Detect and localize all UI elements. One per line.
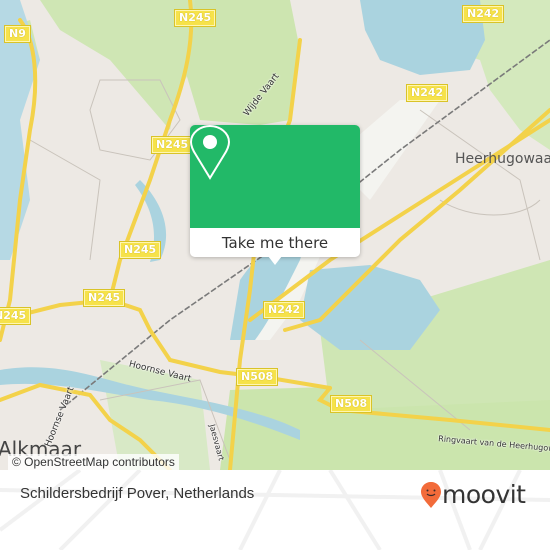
road-label-n245: N245	[150, 136, 194, 154]
road-label-n242: N242	[461, 5, 505, 23]
popup-header	[190, 125, 360, 228]
map-attribution[interactable]: © OpenStreetMap contributors	[8, 454, 179, 470]
road-label-n245: N245	[82, 289, 126, 307]
moovit-logo[interactable]: moovit	[420, 480, 526, 510]
road-label-n245: N245	[118, 241, 162, 259]
road-label-n508: N508	[329, 395, 373, 413]
footer-bar: Schildersbedrijf Pover, Netherlands moov…	[0, 470, 550, 550]
road-label-n245: N245	[173, 9, 217, 27]
road-label-n242: N242	[405, 84, 449, 102]
place-name: Schildersbedrijf Pover, Netherlands	[20, 485, 255, 502]
road-label-n508: N508	[235, 368, 279, 386]
road-label-n9: N9	[4, 25, 31, 43]
take-me-there-button[interactable]: Take me there	[190, 228, 360, 257]
place-label-heerhugowaard: Heerhugowaard	[455, 151, 550, 167]
road-label-n245: N245	[0, 307, 32, 325]
moovit-wordmark: moovit	[442, 480, 526, 509]
popup-pointer	[268, 256, 282, 265]
location-pin-icon	[190, 125, 230, 180]
map-view[interactable]: N9 N245 N245 N245 N245 N245 N242 N242 N2…	[0, 0, 550, 470]
moovit-pin-icon	[421, 482, 441, 508]
road-label-n242: N242	[262, 301, 306, 319]
location-popup: Take me there	[190, 125, 360, 265]
